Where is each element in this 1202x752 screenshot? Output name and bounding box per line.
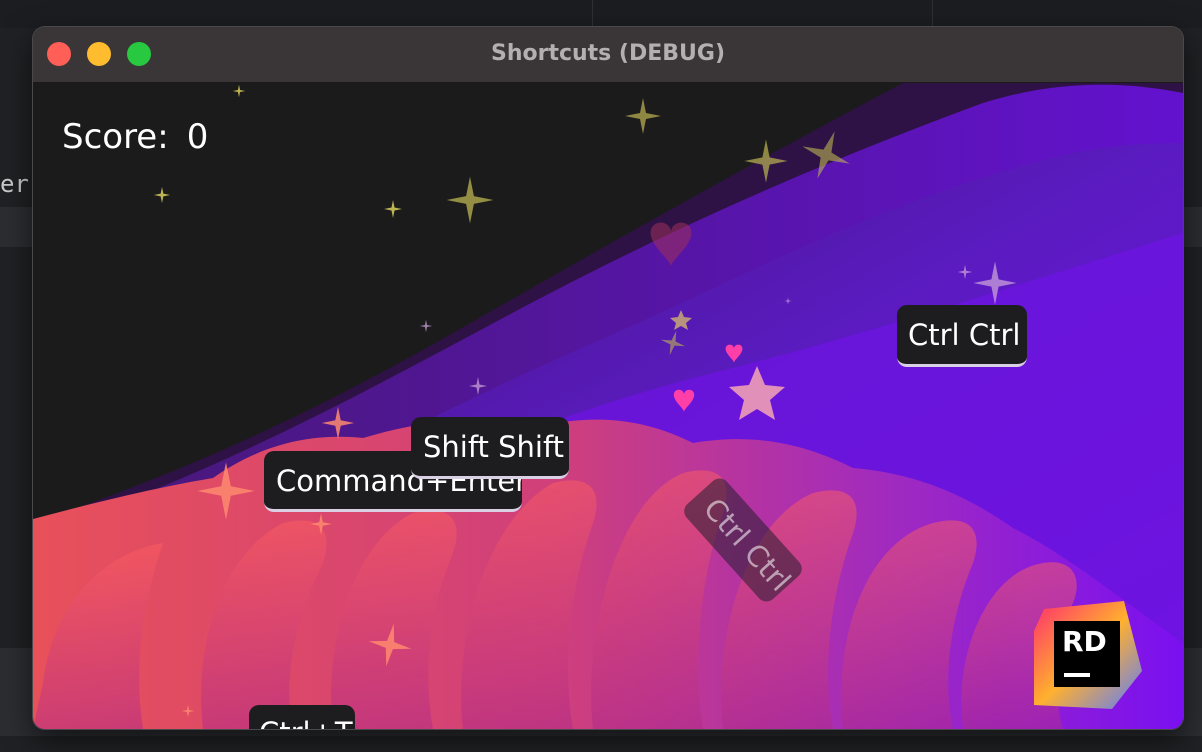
app-window: Shortcuts (DEBUG) Score: 0 Ctrl Ctrl Com… <box>33 27 1183 729</box>
editor-text-fragment: er <box>0 170 29 198</box>
desktop-top-bar <box>0 0 1202 28</box>
desktop-divider <box>932 0 933 28</box>
rider-logo-text: RD <box>1062 625 1107 658</box>
shortcut-key-ctrl-ctrl[interactable]: Ctrl Ctrl <box>897 305 1027 367</box>
shortcut-key-shift-shift[interactable]: Shift Shift <box>411 417 569 479</box>
rider-logo: RD <box>1034 601 1142 709</box>
score-display: Score: 0 <box>62 117 208 157</box>
game-canvas[interactable]: Score: 0 Ctrl Ctrl Command+Enter Shift Sh… <box>33 83 1183 729</box>
desktop-divider <box>592 0 593 28</box>
score-value: 0 <box>186 117 209 157</box>
title-bar[interactable]: Shortcuts (DEBUG) <box>33 27 1183 83</box>
game-background <box>33 83 1183 729</box>
shortcut-key-ctrl-t[interactable]: Ctrl+T <box>249 705 355 729</box>
window-title: Shortcuts (DEBUG) <box>490 41 726 66</box>
score-label: Score: <box>62 117 169 157</box>
